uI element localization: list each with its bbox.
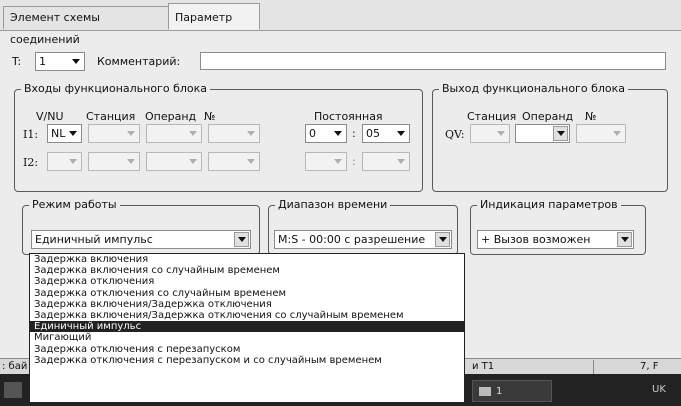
chevron-down-icon[interactable] — [393, 126, 408, 141]
i2-label: I2: — [23, 156, 39, 169]
col-operand: Операнд — [145, 110, 197, 123]
status-left: : бай — [2, 361, 28, 372]
dropdown-option[interactable]: Задержка отключения — [30, 276, 464, 287]
qv-station-select[interactable] — [470, 124, 510, 143]
i1-label: I1: — [23, 128, 39, 141]
dropdown-option[interactable]: Задержка включения — [30, 254, 464, 265]
time-range-group-title: Диапазон времени — [275, 198, 391, 212]
comment-input[interactable] — [200, 52, 666, 70]
chevron-down-icon[interactable] — [65, 126, 80, 141]
i1-const-a-select[interactable]: 0 — [305, 124, 347, 143]
out-col-number: № — [585, 110, 597, 123]
tab-circuit-element[interactable]: Элемент схемы соединений — [3, 6, 169, 46]
chevron-down-icon — [123, 126, 138, 141]
t-select[interactable]: 1 — [35, 52, 85, 71]
chevron-down-icon[interactable] — [553, 126, 568, 141]
chevron-down-icon[interactable] — [330, 126, 345, 141]
i1-colon: : — [352, 127, 356, 140]
qv-label: QV: — [445, 128, 465, 141]
col-vnu: V/NU — [36, 110, 64, 123]
time-range-value: M:S - 00:00 с разрешение — [278, 233, 426, 246]
time-range-select[interactable]: M:S - 00:00 с разрешение — [274, 230, 452, 249]
i1-const-b-select[interactable]: 05 — [362, 124, 410, 143]
chevron-down-icon — [609, 126, 624, 141]
dropdown-option[interactable]: Задержка включения со случайным временем — [30, 265, 464, 276]
i1-operand-select[interactable] — [146, 124, 202, 143]
status-middle: и T1 — [472, 361, 495, 372]
mode-dropdown-list[interactable]: Задержка включения Задержка включения со … — [29, 253, 465, 403]
i2-vnu-select[interactable] — [47, 152, 82, 171]
col-station: Станция — [86, 110, 136, 123]
chevron-down-icon — [393, 154, 408, 169]
col-constant: Постоянная — [314, 110, 383, 123]
chevron-down-icon[interactable] — [617, 232, 632, 247]
chevron-down-icon — [185, 126, 200, 141]
inputs-group-title: Входы функционального блока — [21, 82, 210, 96]
dropdown-option[interactable]: Единичный импульс — [30, 321, 464, 333]
qv-number-select[interactable] — [576, 124, 626, 143]
indication-value: + Вызов возможен — [481, 233, 591, 246]
i2-operand-select[interactable] — [146, 152, 202, 171]
dropdown-option[interactable]: Задержка отключения с перезапуском и со … — [30, 355, 464, 366]
folder-icon — [479, 386, 491, 396]
chevron-down-icon[interactable] — [68, 54, 83, 69]
dropdown-option[interactable]: Мигающий — [30, 332, 464, 343]
mode-group-title: Режим работы — [29, 198, 120, 212]
out-col-operand: Операнд — [522, 110, 574, 123]
chevron-down-icon[interactable] — [234, 232, 249, 247]
out-col-station: Станция — [467, 110, 517, 123]
i2-station-select[interactable] — [88, 152, 140, 171]
dropdown-option[interactable]: Задержка включения/Задержка отключения — [30, 299, 464, 310]
chevron-down-icon — [330, 154, 345, 169]
chevron-down-icon — [243, 126, 258, 141]
i2-number-select[interactable] — [208, 152, 260, 171]
indication-select[interactable]: + Вызов возможен — [477, 230, 634, 249]
i1-station-select[interactable] — [88, 124, 140, 143]
chevron-down-icon — [123, 154, 138, 169]
chevron-down-icon — [185, 154, 200, 169]
col-number: № — [204, 110, 216, 123]
i1-vnu-select[interactable]: NL — [47, 124, 82, 143]
i2-const-b-select[interactable] — [362, 152, 410, 171]
taskbar-window-label: 1 — [496, 386, 503, 397]
dropdown-option[interactable]: Задержка отключения с перезапуском — [30, 344, 464, 355]
chevron-down-icon — [243, 154, 258, 169]
i2-colon: : — [352, 155, 356, 168]
tab-bar: Элемент схемы соединений Параметр — [0, 0, 681, 46]
chevron-down-icon[interactable] — [435, 232, 450, 247]
comment-label: Комментарий: — [97, 55, 181, 68]
i1-number-select[interactable] — [208, 124, 260, 143]
t-value: 1 — [39, 55, 46, 68]
t-label: T: — [12, 55, 22, 68]
qv-operand-select[interactable] — [515, 124, 570, 143]
i2-const-a-select[interactable] — [305, 152, 347, 171]
status-right: 7, F — [640, 361, 659, 372]
dropdown-option[interactable]: Задержка включения/Задержка отключения с… — [30, 310, 464, 321]
chevron-down-icon — [493, 126, 508, 141]
mode-select[interactable]: Единичный импульс — [31, 230, 251, 249]
chevron-down-icon — [65, 154, 80, 169]
tab-parameter[interactable]: Параметр — [168, 3, 260, 30]
dropdown-option[interactable]: Задержка отключения со случайным времене… — [30, 288, 464, 299]
start-icon[interactable] — [4, 382, 22, 398]
language-indicator[interactable]: UK — [652, 384, 666, 395]
mode-value: Единичный импульс — [35, 233, 153, 246]
outputs-group-title: Выход функционального блока — [439, 82, 628, 96]
status-divider — [593, 360, 594, 374]
taskbar-window-button[interactable]: 1 — [472, 380, 552, 402]
indication-group-title: Индикация параметров — [477, 198, 621, 212]
